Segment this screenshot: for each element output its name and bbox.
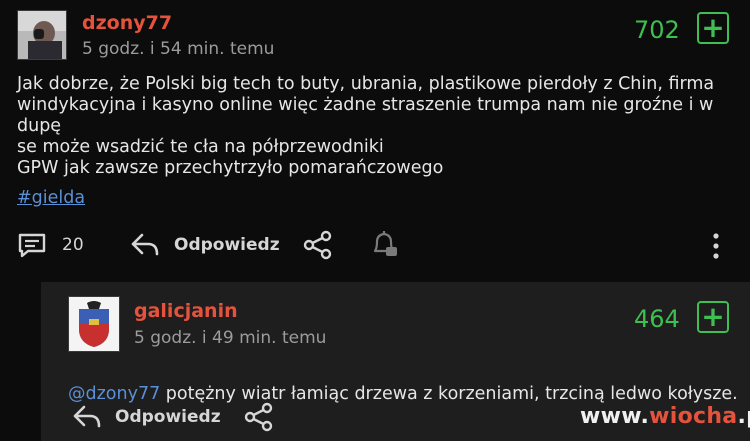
reply-arrow-icon: [73, 405, 101, 428]
avatar-photo-icon: [18, 11, 66, 59]
reply-mention-link[interactable]: @dzony77: [68, 384, 160, 404]
watermark: www.wiocha.pl: [580, 404, 750, 429]
comments-count: 20: [62, 235, 84, 255]
reply-reply-button[interactable]: Odpowiedz: [72, 403, 222, 431]
post-reply-label: Odpowiedz: [174, 235, 280, 255]
reply-reply-label: Odpowiedz: [115, 407, 221, 427]
watermark-accent: wiocha: [649, 404, 738, 429]
post-tag-link[interactable]: #gielda: [17, 188, 85, 208]
comments-button[interactable]: 20: [17, 231, 87, 259]
post-score: 702: [634, 16, 680, 44]
reply-text: potężny wiatr łamiąc drzewa z korzeniami…: [160, 384, 738, 404]
comment-bubble-icon: [18, 233, 46, 258]
coat-of-arms-icon: [69, 297, 119, 351]
watermark-suffix: .pl: [737, 404, 750, 429]
post-author-name[interactable]: dzony77: [82, 12, 172, 34]
vertical-dots-icon[interactable]: [709, 231, 723, 261]
post-upvote-button[interactable]: +: [697, 12, 729, 44]
watermark-prefix: www.: [580, 404, 650, 429]
post-reply-button[interactable]: Odpowiedz: [130, 231, 280, 259]
reply-upvote-button[interactable]: +: [697, 301, 729, 333]
share-icon[interactable]: [302, 230, 334, 260]
author-avatar[interactable]: [17, 10, 67, 60]
post-body: Jak dobrze, że Polski big tech to buty, …: [17, 74, 715, 178]
reply-timestamp: 5 godz. i 49 min. temu: [134, 328, 327, 348]
reply-body: @dzony77 potężny wiatr łamiąc drzewa z k…: [68, 363, 738, 405]
post-timestamp: 5 godz. i 54 min. temu: [82, 39, 275, 59]
share-icon[interactable]: [243, 402, 275, 432]
reply-arrow-icon: [131, 233, 159, 256]
reply-score: 464: [634, 305, 680, 333]
bell-icon[interactable]: [369, 230, 401, 260]
reply-author-name[interactable]: galicjanin: [134, 300, 238, 322]
reply-author-avatar[interactable]: [68, 296, 120, 352]
